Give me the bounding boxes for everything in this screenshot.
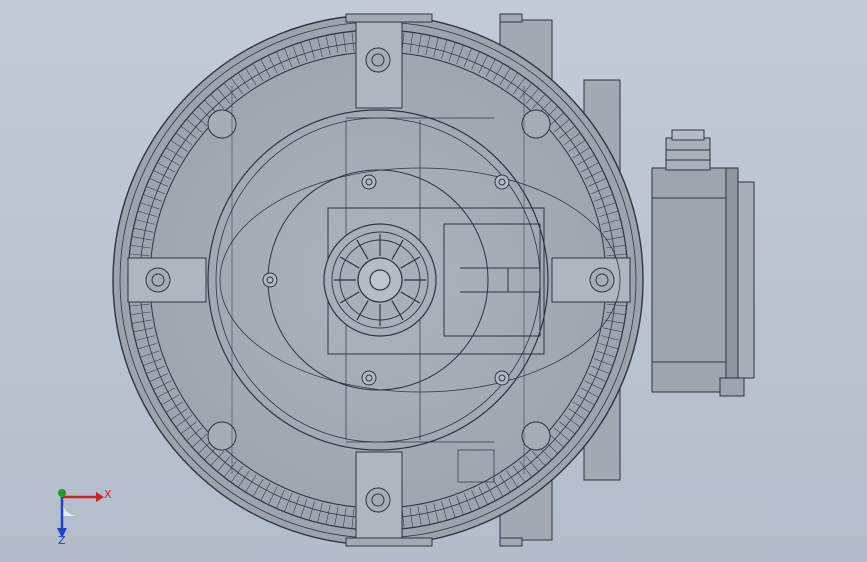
- x-axis-label: X: [104, 488, 112, 501]
- cad-viewport[interactable]: X Z: [0, 0, 867, 562]
- terminal-box: [651, 129, 755, 397]
- output-shaft: [323, 223, 437, 337]
- coordinate-triad: X Z: [57, 488, 112, 547]
- z-axis-label: Z: [58, 534, 66, 547]
- gearmotor-drawing: X Z: [57, 13, 755, 547]
